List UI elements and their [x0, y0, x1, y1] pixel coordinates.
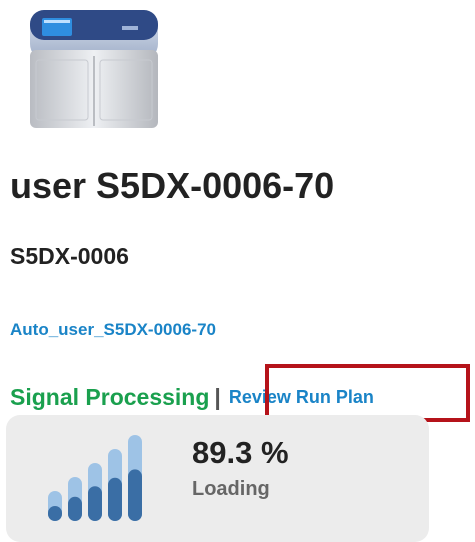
signal-bar-fill: [108, 477, 122, 521]
instrument-name: S5DX-0006: [10, 243, 129, 269]
progress-percent: 89.3 %: [192, 435, 289, 470]
signal-bar-fill: [68, 496, 82, 521]
signal-bars-icon: [48, 435, 142, 521]
highlight-box: [265, 364, 470, 422]
progress-panel: 89.3 % Loading: [6, 415, 429, 542]
progress-phase: Loading: [192, 478, 270, 500]
run-title: user S5DX-0006-70: [10, 165, 335, 206]
signal-bar-fill: [128, 469, 142, 521]
run-stage-status: Signal Processing: [10, 383, 210, 410]
status-separator: |: [214, 383, 221, 410]
run-name-link[interactable]: Auto_user_S5DX-0006-70: [10, 320, 216, 340]
signal-bar-fill: [48, 506, 62, 521]
signal-bar-fill: [88, 486, 102, 521]
instrument-image: [24, 6, 164, 136]
